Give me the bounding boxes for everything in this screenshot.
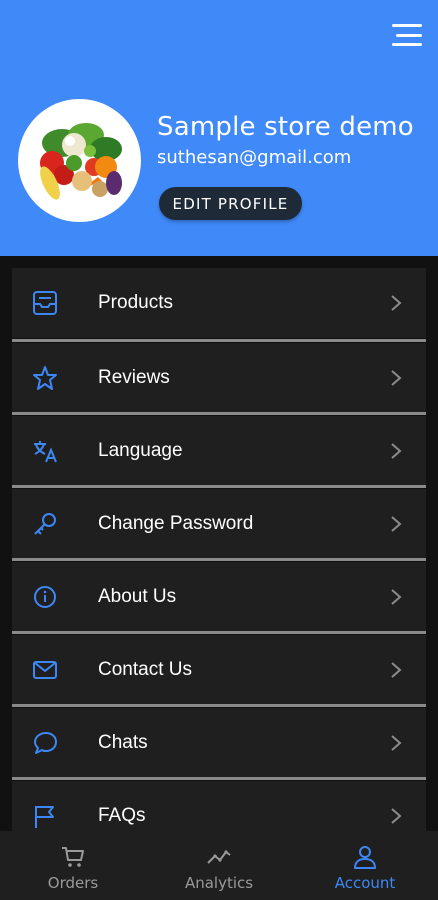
envelope-icon [33,661,57,679]
nav-tab-account[interactable]: Account [292,831,438,900]
menu-item-label: Products [98,292,173,313]
translate-icon [34,441,57,463]
flag-icon [35,806,54,828]
menu-item-label: Contact Us [98,659,192,680]
chevron-right-icon [391,370,402,386]
divider [12,704,426,707]
chevron-right-icon [391,589,402,605]
key-icon [34,513,56,535]
menu-item-label: Language [98,440,183,461]
divider [12,631,426,634]
person-icon [354,846,376,869]
menu-item-chats[interactable]: Chats [12,708,426,778]
menu-item-products[interactable]: Products [12,268,426,338]
chevron-right-icon [391,443,402,459]
menu-item-language[interactable]: Language [12,416,426,486]
bottom-navigation: Orders Analytics Account [0,831,438,900]
store-email: suthesan@gmail.com [157,147,352,168]
nav-tab-analytics[interactable]: Analytics [146,831,292,900]
chevron-right-icon [391,516,402,532]
nav-tab-label: Account [334,874,396,892]
store-name: Sample store demo [157,112,414,142]
divider [12,558,426,561]
inbox-tray-icon [33,291,57,315]
menu-item-label: Change Password [98,513,254,534]
chat-bubble-icon [34,732,57,754]
divider [12,777,426,780]
menu-item-reviews[interactable]: Reviews [12,343,426,413]
info-circle-icon [34,586,56,608]
menu-item-change-password[interactable]: Change Password [12,489,426,559]
menu-item-label: About Us [98,586,177,607]
menu-item-contact-us[interactable]: Contact Us [12,635,426,705]
chevron-right-icon [391,808,402,824]
divider [12,412,426,415]
chevron-right-icon [391,662,402,678]
trend-line-icon [207,850,231,864]
menu-item-label: Reviews [98,367,170,388]
chevron-right-icon [391,295,402,311]
menu-item-label: Chats [98,732,148,753]
cart-icon [62,847,84,867]
nav-tab-label: Orders [47,874,99,892]
hamburger-menu-icon[interactable] [390,24,422,46]
profile-header: Sample store demo suthesan@gmail.com EDI… [0,0,438,256]
menu-item-about-us[interactable]: About Us [12,562,426,632]
edit-profile-button[interactable]: EDIT PROFILE [159,187,302,220]
nav-tab-orders[interactable]: Orders [0,831,146,900]
nav-tab-label: Analytics [184,874,254,892]
divider [12,485,426,488]
star-icon [33,366,57,390]
store-avatar [18,99,141,222]
chevron-right-icon [391,735,402,751]
divider [12,339,426,342]
vegetables-image [39,122,122,200]
